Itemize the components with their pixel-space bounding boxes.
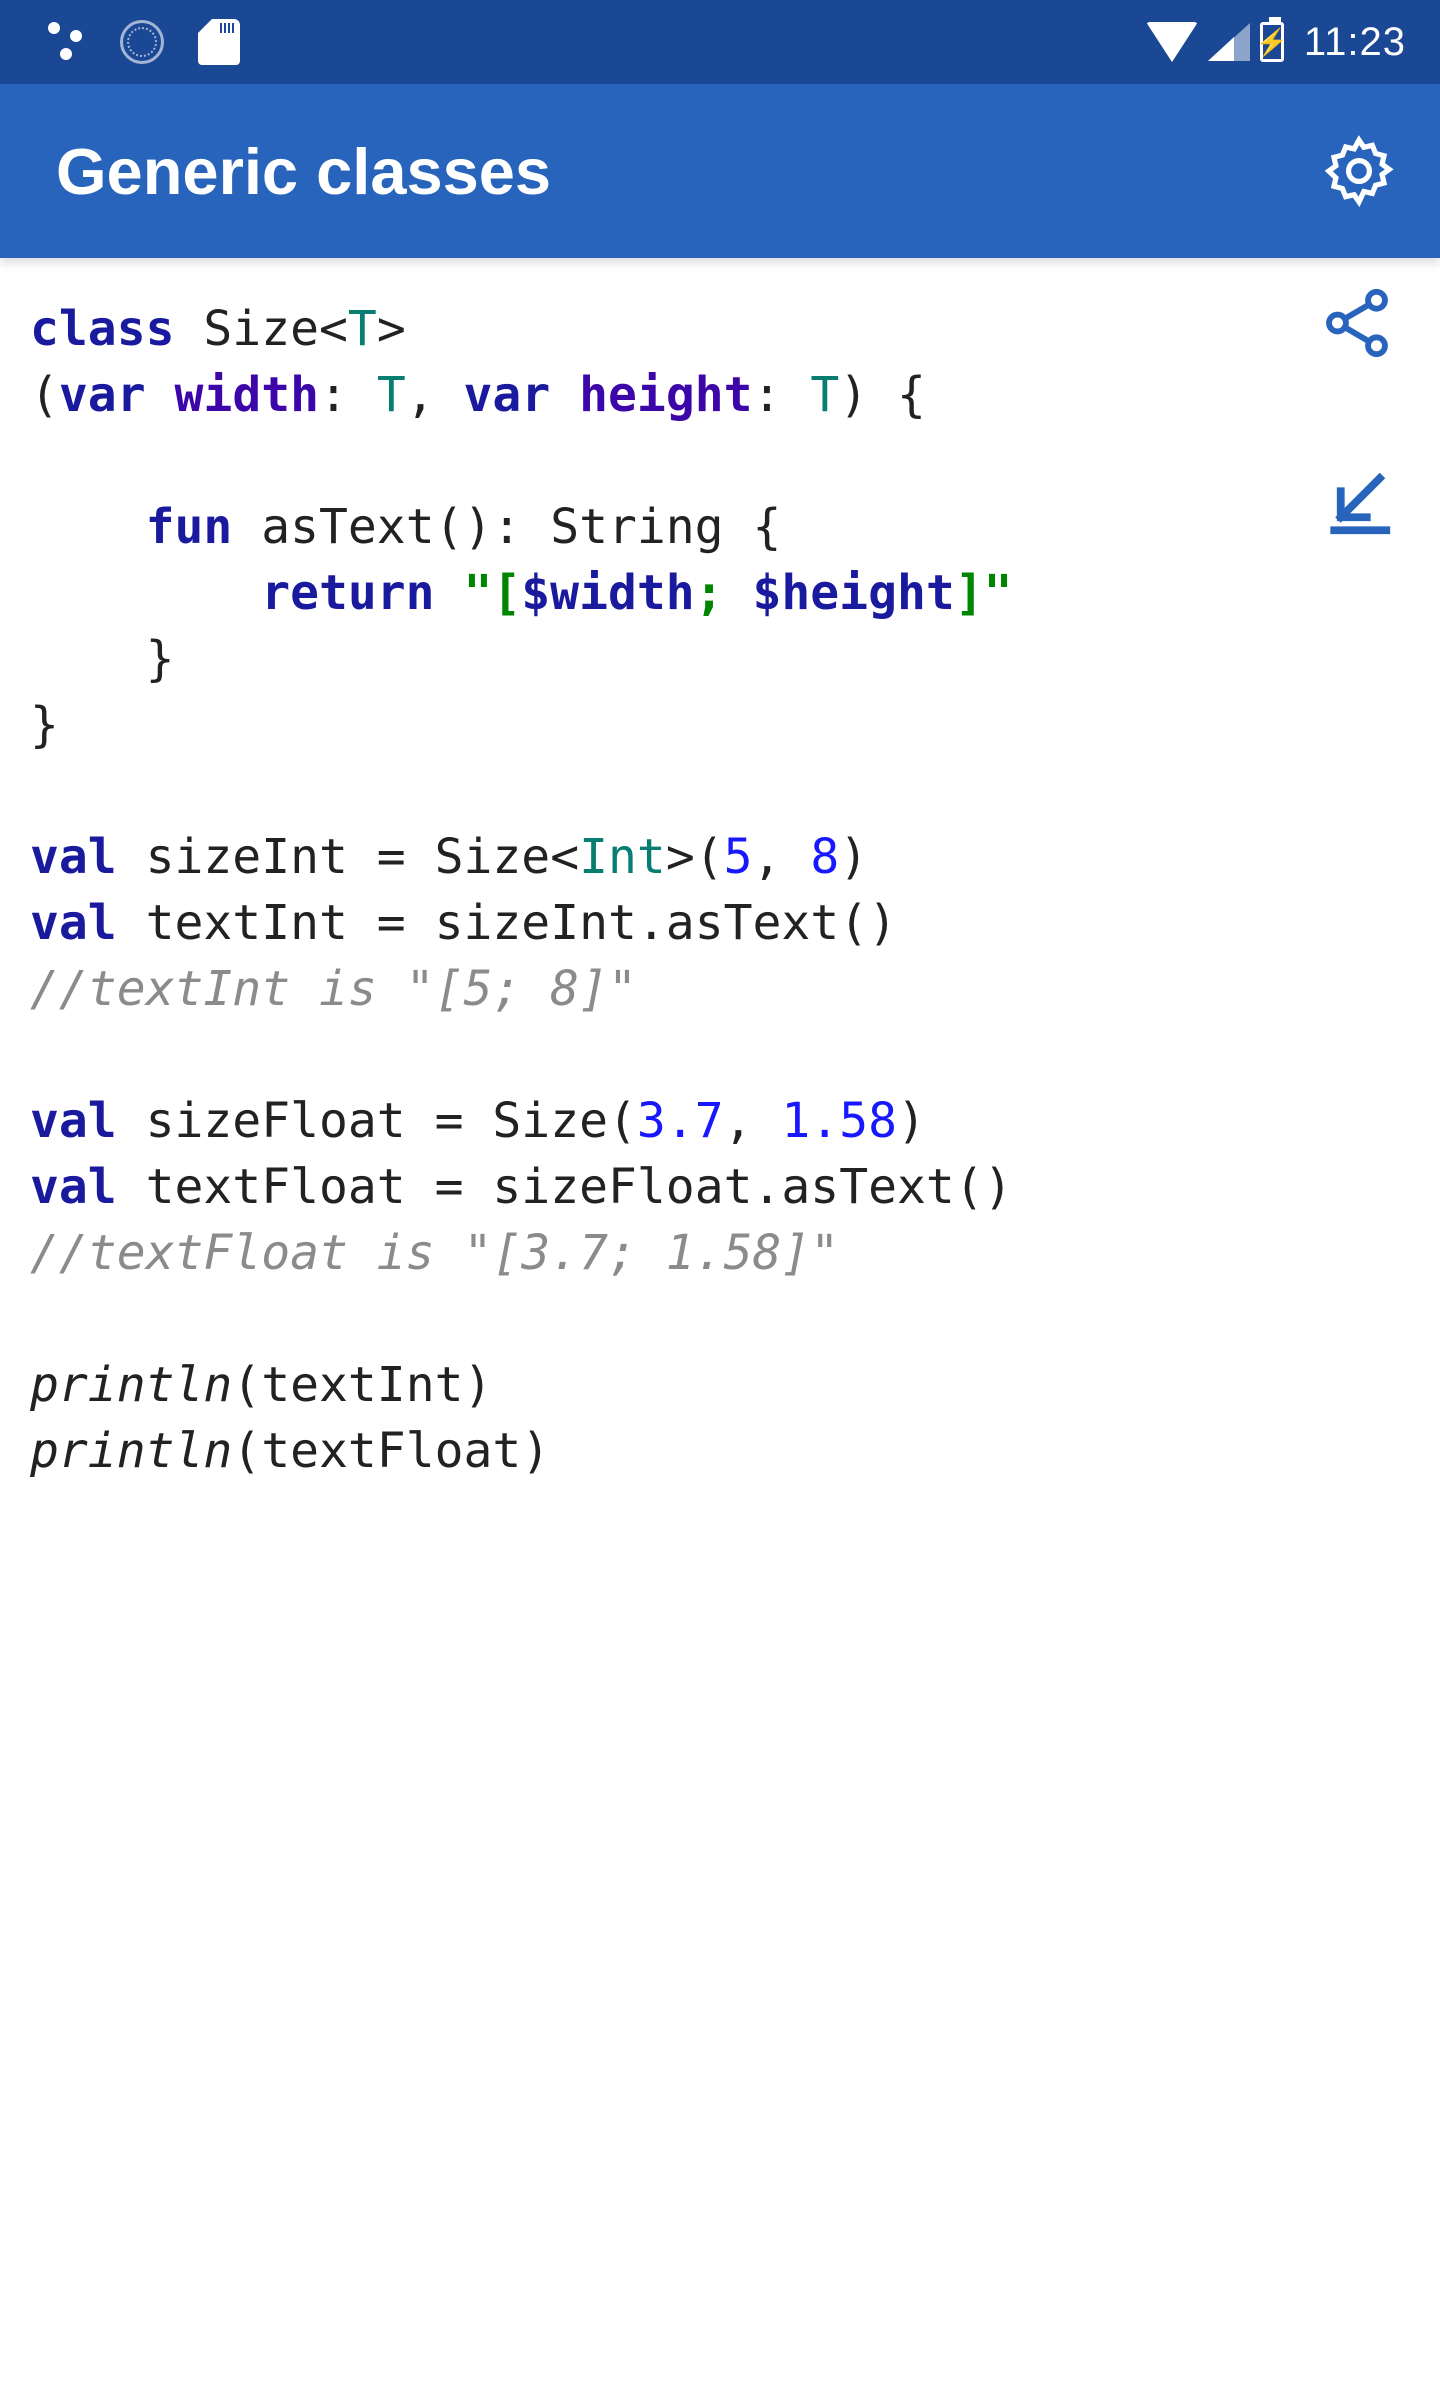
- prop-height: height: [579, 367, 752, 423]
- num-8: 8: [810, 829, 839, 885]
- status-time: 11:23: [1304, 20, 1406, 65]
- kw-val: val: [30, 1159, 117, 1215]
- kw-class: class: [30, 301, 175, 357]
- notification-dots-icon: [42, 20, 86, 64]
- type-t: T: [810, 367, 839, 423]
- comment: //textFloat is "[3.7; 1.58]": [30, 1225, 839, 1281]
- num-158: 1.58: [781, 1093, 897, 1149]
- string-literal: "[$width; $height]": [463, 565, 1012, 621]
- status-right-icons: ⚡ 11:23: [1146, 20, 1406, 65]
- println-call: println: [30, 1423, 232, 1479]
- var-textfloat: textFloat: [146, 1159, 406, 1215]
- kw-var: var: [464, 367, 551, 423]
- kw-val: val: [30, 895, 117, 951]
- call-astext: sizeInt.asText(): [435, 895, 897, 951]
- prop-width: width: [175, 367, 320, 423]
- page-title: Generic classes: [56, 134, 551, 209]
- var-textint: textInt: [146, 895, 348, 951]
- floating-actions: [1318, 284, 1396, 540]
- ret-type: String: [550, 499, 723, 555]
- code-block[interactable]: class Size<T> (var width: T, var height:…: [30, 296, 1410, 1484]
- code-content: class Size<T> (var width: T, var height:…: [0, 258, 1440, 1522]
- println-arg: (textInt): [232, 1357, 492, 1413]
- share-button[interactable]: [1318, 284, 1396, 362]
- println-call: println: [30, 1357, 232, 1413]
- type-int: Int: [579, 829, 666, 885]
- var-sizefloat: sizeFloat: [146, 1093, 406, 1149]
- status-left-icons: [42, 19, 240, 65]
- call-astext: sizeFloat.asText(): [492, 1159, 1012, 1215]
- loading-icon: [120, 20, 164, 64]
- kw-fun: fun: [146, 499, 233, 555]
- num-37: 3.7: [637, 1093, 724, 1149]
- num-5: 5: [724, 829, 753, 885]
- template-height: $height: [752, 565, 954, 621]
- kw-val: val: [30, 829, 117, 885]
- cell-signal-icon: [1208, 23, 1250, 61]
- class-name: Size: [203, 301, 319, 357]
- sd-card-icon: [198, 19, 240, 65]
- kw-var: var: [59, 367, 146, 423]
- call-size: Size: [492, 1093, 608, 1149]
- type-param: T: [348, 301, 377, 357]
- type-t: T: [377, 367, 406, 423]
- status-bar: ⚡ 11:23: [0, 0, 1440, 84]
- kw-return: return: [261, 565, 434, 621]
- battery-charging-icon: ⚡: [1260, 22, 1284, 62]
- comment: //textInt is "[5; 8]": [30, 961, 637, 1017]
- call-size: Size: [435, 829, 551, 885]
- var-sizeint: sizeInt: [146, 829, 348, 885]
- collapse-button[interactable]: [1318, 462, 1396, 540]
- settings-button[interactable]: [1320, 132, 1398, 210]
- fun-name: asText: [261, 499, 434, 555]
- kw-val: val: [30, 1093, 117, 1149]
- println-arg: (textFloat): [232, 1423, 550, 1479]
- app-bar: Generic classes: [0, 84, 1440, 258]
- wifi-icon: [1146, 22, 1198, 62]
- template-width: $width: [521, 565, 694, 621]
